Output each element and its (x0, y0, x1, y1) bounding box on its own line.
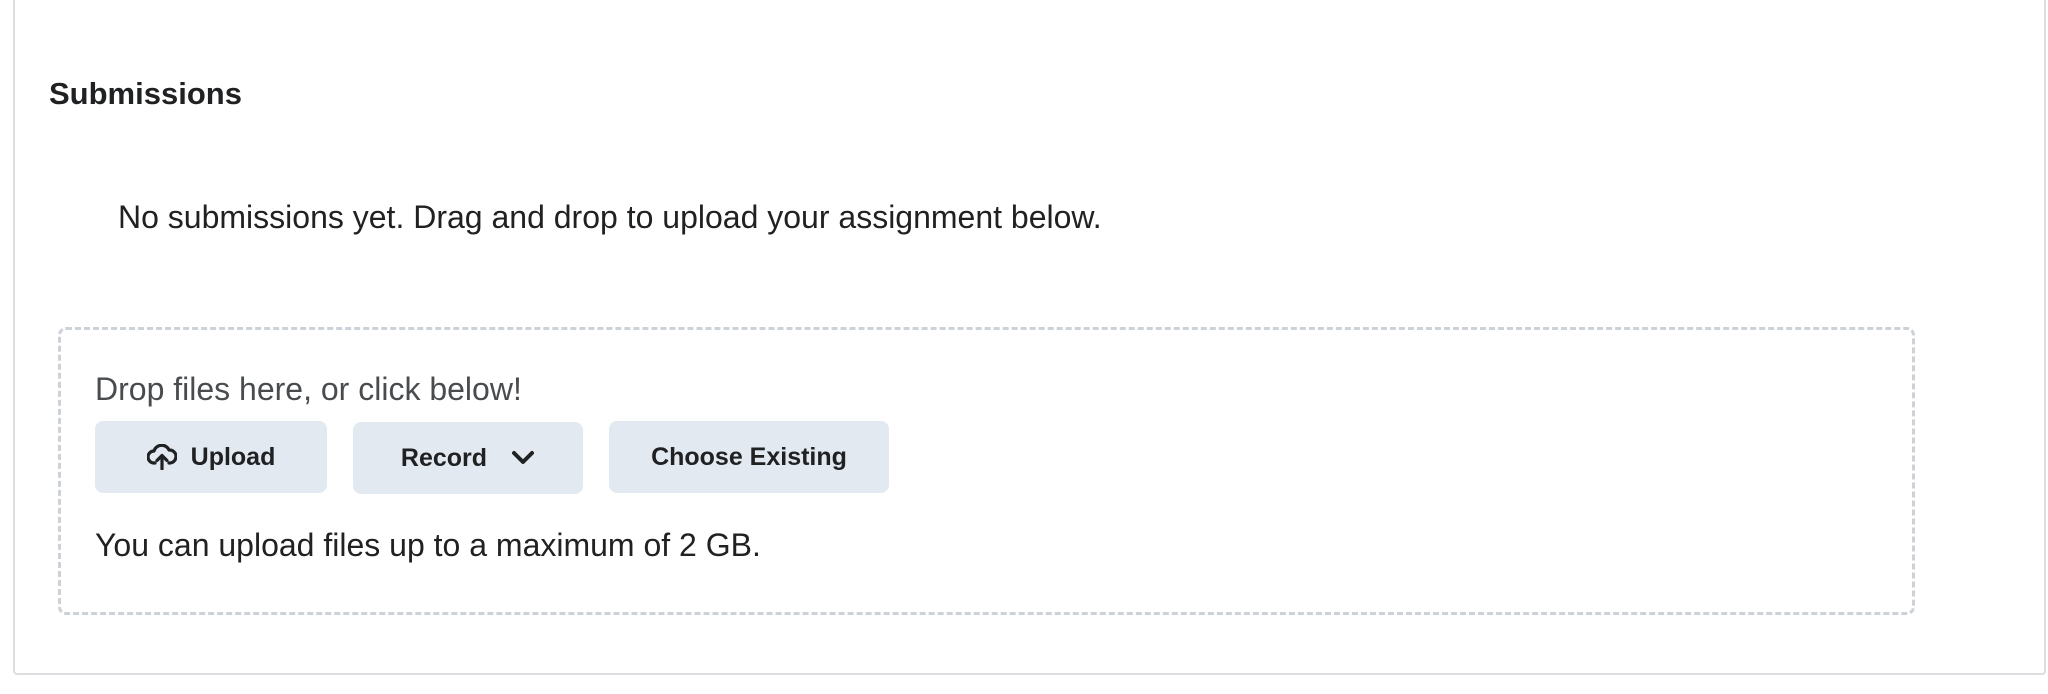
upload-limit-note: You can upload files up to a maximum of … (95, 527, 761, 563)
choose-existing-button[interactable]: Choose Existing (609, 421, 889, 493)
upload-button-label: Upload (190, 442, 276, 471)
cloud-upload-icon (146, 444, 177, 470)
section-title: Submissions (49, 76, 242, 111)
chevron-down-icon (511, 450, 535, 466)
record-button-label: Record (400, 443, 488, 472)
choose-existing-button-label: Choose Existing (651, 442, 847, 471)
upload-button[interactable]: Upload (95, 421, 327, 493)
empty-submissions-message: No submissions yet. Drag and drop to upl… (118, 199, 1102, 235)
dropzone-prompt: Drop files here, or click below! (95, 371, 522, 407)
record-button[interactable]: Record (353, 422, 583, 494)
